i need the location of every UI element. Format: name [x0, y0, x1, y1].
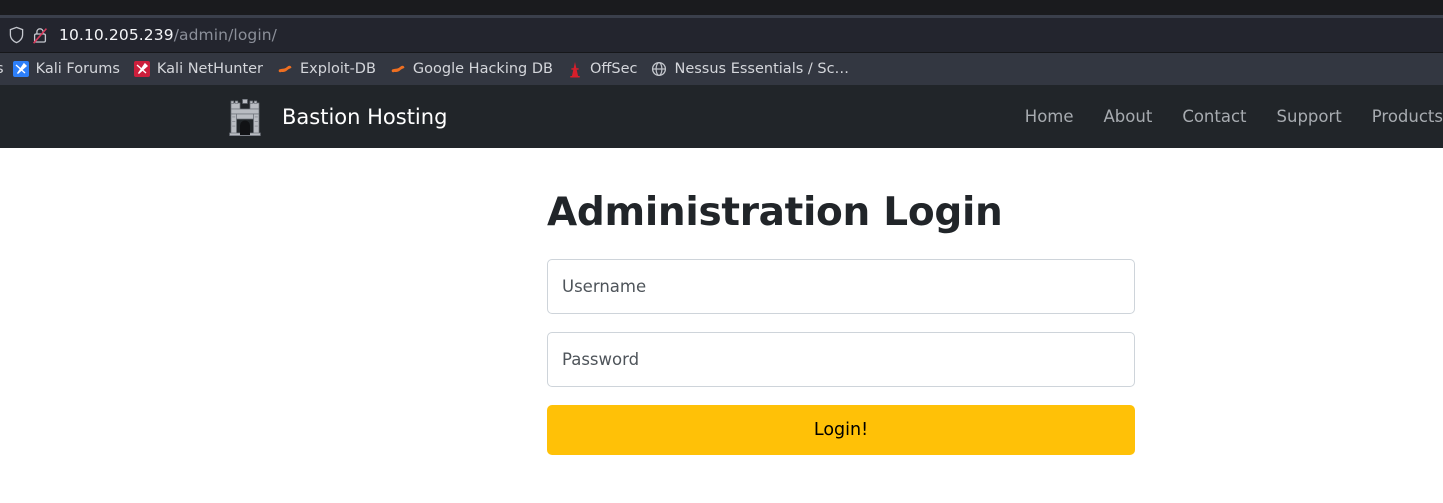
bookmark-kali-forums[interactable]: Kali Forums	[6, 57, 127, 81]
browser-url-bar[interactable]: 10.10.205.239/admin/login/	[0, 18, 1443, 53]
bookmark-label: Nessus Essentials / Sc…	[674, 61, 849, 77]
username-input[interactable]	[562, 277, 1120, 296]
login-form: Administration Login Login!	[547, 192, 1135, 455]
nav-link-home[interactable]: Home	[1010, 107, 1089, 126]
site-nav-links: Home About Contact Support Products	[1010, 107, 1443, 126]
browser-chrome: 10.10.205.239/admin/login/ s Kali Forums…	[0, 0, 1443, 85]
username-field[interactable]	[547, 259, 1135, 314]
bookmark-google-hacking-db[interactable]: Google Hacking DB	[383, 57, 560, 81]
bookmark-clipped-left[interactable]: s	[0, 61, 6, 77]
browser-bookmarks-bar[interactable]: s Kali Forums Kali NetHunter	[0, 53, 1443, 85]
url-path: /admin/login/	[174, 26, 277, 44]
page-body: Administration Login Login!	[0, 148, 1443, 503]
bookmark-exploit-db[interactable]: Exploit-DB	[270, 57, 383, 81]
bookmark-label: Kali NetHunter	[157, 61, 263, 77]
bookmark-nessus-essentials[interactable]: Nessus Essentials / Sc…	[644, 57, 856, 81]
kali-dragon-blue-icon	[13, 61, 29, 77]
brand-link[interactable]: Bastion Hosting	[226, 96, 447, 138]
exploitdb-flame-icon	[390, 61, 406, 77]
url-host: 10.10.205.239	[59, 26, 174, 44]
offsec-logo-icon	[567, 61, 583, 77]
nav-link-about[interactable]: About	[1089, 107, 1168, 126]
browser-tab-strip[interactable]	[0, 0, 1443, 15]
bookmark-kali-nethunter[interactable]: Kali NetHunter	[127, 57, 270, 81]
nav-link-contact[interactable]: Contact	[1167, 107, 1261, 126]
password-field[interactable]	[547, 332, 1135, 387]
exploitdb-flame-icon	[277, 61, 293, 77]
bookmark-offsec[interactable]: OffSec	[560, 57, 645, 81]
nav-link-support[interactable]: Support	[1262, 107, 1357, 126]
bookmark-label: Kali Forums	[36, 61, 120, 77]
shield-icon[interactable]	[4, 24, 28, 46]
password-input[interactable]	[562, 350, 1120, 369]
bookmark-label: Google Hacking DB	[413, 61, 553, 77]
globe-icon	[651, 61, 667, 77]
nav-link-products[interactable]: Products	[1357, 107, 1443, 126]
bookmark-label: OffSec	[590, 61, 638, 77]
bookmark-label: Exploit-DB	[300, 61, 376, 77]
site-navbar: Bastion Hosting Home About Contact Suppo…	[0, 85, 1443, 148]
lock-crossed-insecure-icon[interactable]	[28, 24, 52, 46]
kali-dragon-red-icon	[134, 61, 150, 77]
brand-name: Bastion Hosting	[282, 105, 447, 129]
url-text[interactable]: 10.10.205.239/admin/login/	[59, 26, 277, 44]
page-title: Administration Login	[547, 192, 1135, 235]
castle-gate-icon	[226, 96, 264, 138]
login-submit-button[interactable]: Login!	[547, 405, 1135, 455]
